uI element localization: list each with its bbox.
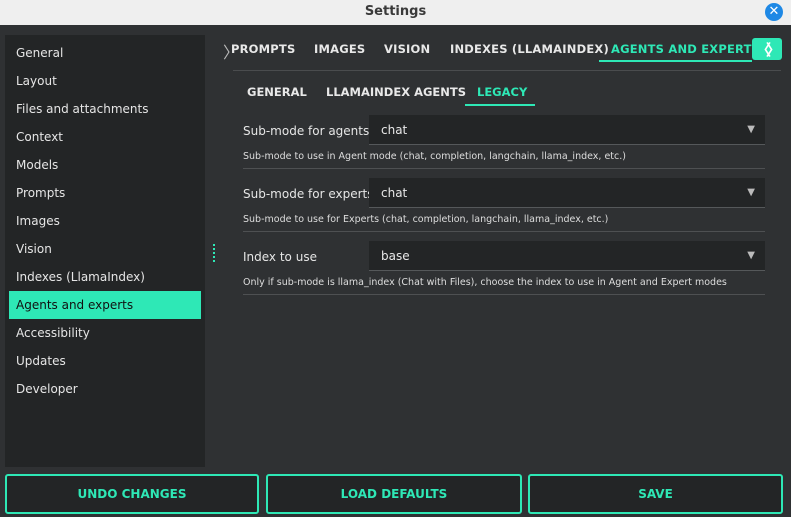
option-label: Index to use <box>243 250 317 264</box>
active-subtab-indicator <box>465 104 535 106</box>
subtab-llamaindex-agents[interactable]: LLAMAINDEX AGENTS <box>326 85 466 99</box>
caret-down-icon: ▼ <box>747 124 755 135</box>
tab-images[interactable]: IMAGES <box>314 42 365 56</box>
submode-agents-select[interactable]: chat ▼ <box>369 115 765 145</box>
divider <box>243 294 765 295</box>
main-tab-bar: 〉 PROMPTS IMAGES VISION INDEXES (LLAMAIN… <box>222 35 782 63</box>
select-value: chat <box>381 123 408 137</box>
sidebar-item-models[interactable]: Models <box>5 151 205 179</box>
window-title: Settings <box>364 4 427 19</box>
save-button[interactable]: SAVE <box>528 474 783 514</box>
sidebar-item-accessibility[interactable]: Accessibility <box>5 319 205 347</box>
sub-tab-bar: GENERAL LLAMAINDEX AGENTS LEGACY <box>233 80 781 106</box>
tab-prompts[interactable]: PROMPTS <box>231 42 295 56</box>
sidebar-item-vision[interactable]: Vision <box>5 235 205 263</box>
sidebar-item-context[interactable]: Context <box>5 123 205 151</box>
settings-sidebar: General Layout Files and attachments Con… <box>5 35 205 467</box>
option-label: Sub-mode for agents <box>243 124 370 138</box>
sidebar-item-prompts[interactable]: Prompts <box>5 179 205 207</box>
sidebar-item-general[interactable]: General <box>5 39 205 67</box>
caret-down-icon: ▼ <box>747 250 755 261</box>
sidebar-item-files[interactable]: Files and attachments <box>5 95 205 123</box>
sidebar-item-images[interactable]: Images <box>5 207 205 235</box>
tab-indexes[interactable]: INDEXES (LLAMAINDEX) <box>450 42 609 56</box>
chevron-right-icon[interactable]: 〉 <box>766 39 781 60</box>
load-defaults-button[interactable]: LOAD DEFAULTS <box>266 474 522 514</box>
caret-down-icon: ▼ <box>747 187 755 198</box>
index-select[interactable]: base ▼ <box>369 241 765 271</box>
option-description: Only if sub-mode is llama_index (Chat wi… <box>243 277 727 288</box>
tab-agents-and-experts[interactable]: AGENTS AND EXPERTS <box>611 42 760 56</box>
undo-changes-button[interactable]: UNDO CHANGES <box>5 474 259 514</box>
subtab-general[interactable]: GENERAL <box>247 85 307 99</box>
option-label: Sub-mode for experts <box>243 187 374 201</box>
tab-scroll-buttons: 〈 〉 <box>752 38 782 60</box>
subtab-legacy[interactable]: LEGACY <box>477 85 527 99</box>
sidebar-item-agents[interactable]: Agents and experts <box>9 291 201 319</box>
close-icon[interactable]: ✕ <box>765 3 783 21</box>
select-value: base <box>381 249 410 263</box>
active-tab-indicator <box>599 60 752 62</box>
splitter-handle[interactable] <box>213 244 216 264</box>
select-value: chat <box>381 186 408 200</box>
sidebar-item-layout[interactable]: Layout <box>5 67 205 95</box>
title-bar: Settings ✕ <box>0 0 791 25</box>
sidebar-item-indexes[interactable]: Indexes (LlamaIndex) <box>5 263 205 291</box>
submode-experts-select[interactable]: chat ▼ <box>369 178 765 208</box>
divider <box>243 231 765 232</box>
option-description: Sub-mode to use for Experts (chat, compl… <box>243 214 609 225</box>
tab-vision[interactable]: VISION <box>384 42 430 56</box>
sidebar-item-developer[interactable]: Developer <box>5 375 205 403</box>
option-description: Sub-mode to use in Agent mode (chat, com… <box>243 151 626 162</box>
divider <box>243 168 765 169</box>
sidebar-item-updates[interactable]: Updates <box>5 347 205 375</box>
